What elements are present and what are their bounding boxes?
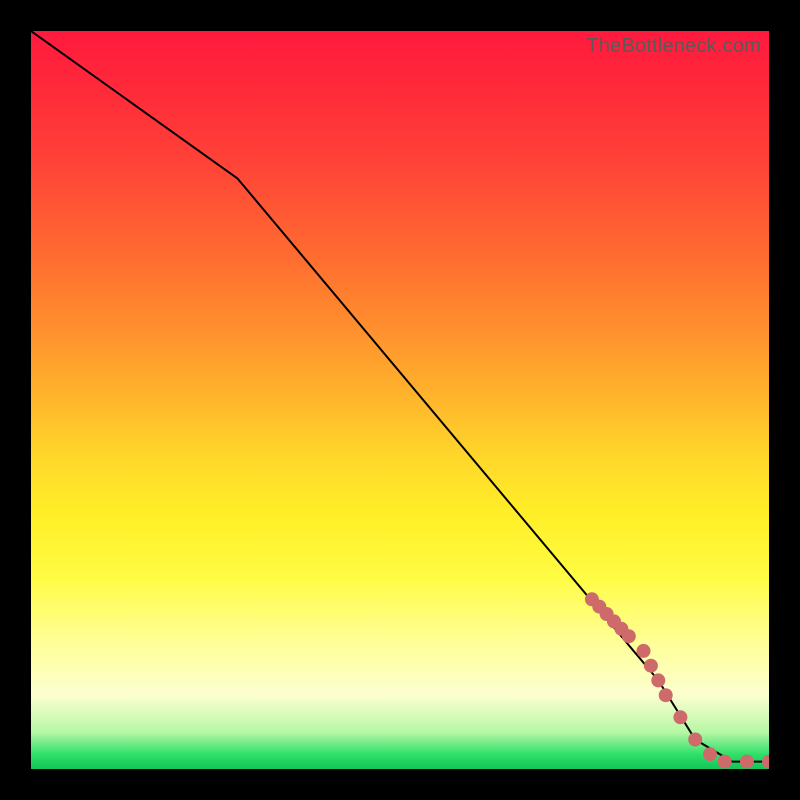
data-point xyxy=(659,688,673,702)
data-point xyxy=(637,644,651,658)
data-point xyxy=(673,710,687,724)
data-point xyxy=(740,755,754,769)
data-point xyxy=(703,747,717,761)
scatter-dots xyxy=(585,592,769,768)
chart-overlay xyxy=(31,31,769,769)
data-point xyxy=(644,659,658,673)
data-point xyxy=(622,629,636,643)
plot-area: TheBottleneck.com xyxy=(31,31,769,769)
data-point xyxy=(651,673,665,687)
bottleneck-curve xyxy=(31,31,769,762)
chart-frame: TheBottleneck.com xyxy=(0,0,800,800)
data-point xyxy=(762,755,769,769)
data-point xyxy=(688,733,702,747)
data-point xyxy=(718,755,732,769)
